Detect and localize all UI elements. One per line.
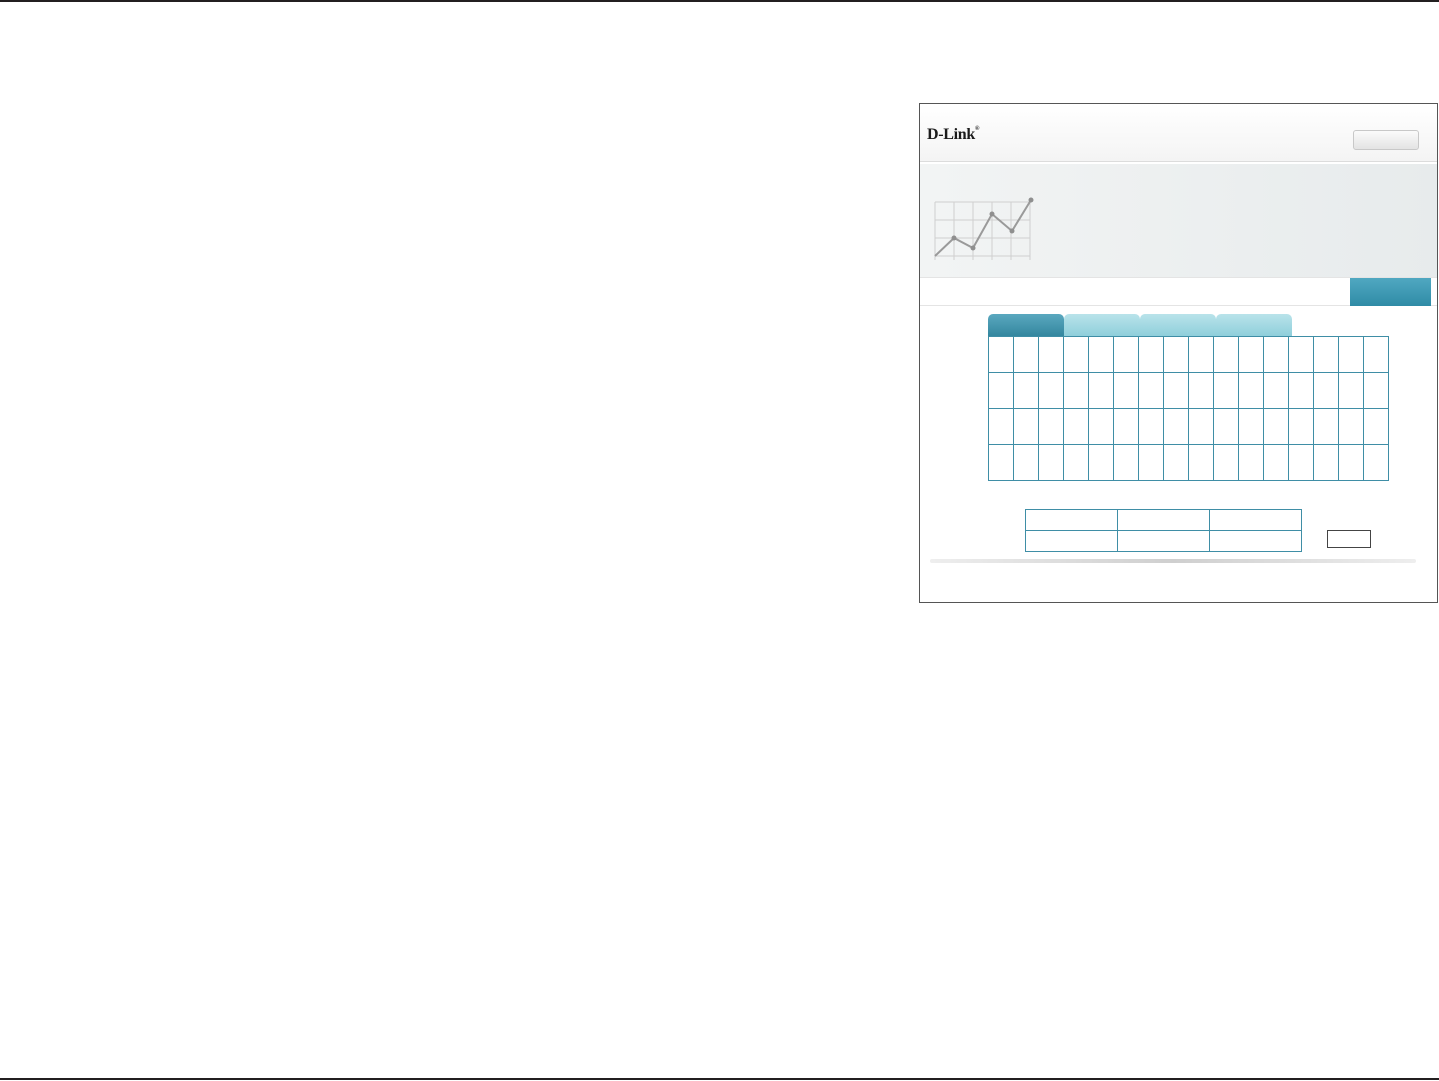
- grid-row: [988, 444, 1389, 481]
- summary-cell: [1209, 530, 1302, 552]
- dlink-logo: D-Link®: [927, 126, 980, 144]
- grid-cell: [1238, 372, 1264, 409]
- grid-cell: [988, 408, 1014, 445]
- page-top-rule: [0, 0, 1439, 2]
- grid-cell: [1313, 372, 1339, 409]
- grid-cell: [1188, 336, 1214, 373]
- grid-cell: [1313, 444, 1339, 481]
- grid-cell: [1288, 444, 1314, 481]
- grid-cell: [1163, 444, 1189, 481]
- grid-cell: [1338, 408, 1364, 445]
- grid-cell: [1138, 408, 1164, 445]
- summary-cell: [1117, 530, 1210, 552]
- grid-cell: [1338, 372, 1364, 409]
- summary-row: [1025, 509, 1302, 531]
- grid-cell: [1313, 336, 1339, 373]
- grid-cell: [1238, 444, 1264, 481]
- grid-cell: [988, 372, 1014, 409]
- summary-cell: [1025, 530, 1118, 552]
- grid-cell: [1188, 444, 1214, 481]
- usage-grid-table: [988, 336, 1389, 481]
- summary-cell: [1025, 509, 1118, 531]
- grid-cell: [1213, 336, 1239, 373]
- page-bottom-rule: [0, 1078, 1439, 1080]
- grid-cell: [1238, 408, 1264, 445]
- grid-cell: [1288, 372, 1314, 409]
- summary-table: [1025, 509, 1302, 552]
- grid-cell: [1163, 408, 1189, 445]
- summary-row: [1025, 530, 1302, 552]
- grid-cell: [988, 336, 1014, 373]
- grid-cell: [1313, 408, 1339, 445]
- footer-divider: [930, 559, 1416, 563]
- grid-cell: [1113, 336, 1139, 373]
- grid-cell: [1038, 336, 1064, 373]
- grid-cell: [1288, 408, 1314, 445]
- grid-cell: [1338, 336, 1364, 373]
- grid-cell: [1263, 336, 1289, 373]
- grid-cell: [1363, 336, 1389, 373]
- logo-text: D-Link: [927, 126, 975, 143]
- tab-4[interactable]: [1216, 314, 1292, 336]
- line-chart-icon: [934, 197, 1034, 260]
- grid-cell: [1063, 408, 1089, 445]
- grid-cell: [1138, 336, 1164, 373]
- grid-cell: [1113, 444, 1139, 481]
- grid-cell: [988, 444, 1014, 481]
- grid-cell: [1038, 444, 1064, 481]
- grid-cell: [1188, 408, 1214, 445]
- grid-cell: [1013, 336, 1039, 373]
- grid-cell: [1038, 372, 1064, 409]
- grid-cell: [1113, 372, 1139, 409]
- grid-cell: [1013, 408, 1039, 445]
- summary-cell: [1117, 509, 1210, 531]
- grid-cell: [1363, 444, 1389, 481]
- router-ui-panel: D-Link®: [919, 103, 1438, 603]
- grid-cell: [1013, 444, 1039, 481]
- summary-cell: [1209, 509, 1302, 531]
- tab-3[interactable]: [1140, 314, 1216, 336]
- grid-cell: [1088, 372, 1114, 409]
- grid-cell: [1363, 372, 1389, 409]
- grid-row: [988, 408, 1389, 445]
- tab-2[interactable]: [1064, 314, 1140, 336]
- grid-cell: [1263, 444, 1289, 481]
- grid-cell: [1013, 372, 1039, 409]
- grid-cell: [1288, 336, 1314, 373]
- grid-cell: [1138, 372, 1164, 409]
- grid-cell: [1063, 336, 1089, 373]
- grid-cell: [1063, 444, 1089, 481]
- grid-cell: [1263, 408, 1289, 445]
- toolbar: [920, 277, 1437, 306]
- grid-cell: [1163, 336, 1189, 373]
- grid-cell: [1213, 444, 1239, 481]
- grid-cell: [1188, 372, 1214, 409]
- grid-row: [988, 372, 1389, 409]
- grid-cell: [1113, 408, 1139, 445]
- grid-cell: [1263, 372, 1289, 409]
- grid-cell: [1213, 408, 1239, 445]
- grid-cell: [1163, 372, 1189, 409]
- grid-cell: [1038, 408, 1064, 445]
- grid-cell: [1063, 372, 1089, 409]
- grid-cell: [1213, 372, 1239, 409]
- save-button[interactable]: [1327, 530, 1371, 548]
- grid-row: [988, 336, 1389, 373]
- grid-cell: [1363, 408, 1389, 445]
- logo-registered-mark: ®: [975, 126, 980, 132]
- hero-banner: [920, 164, 1437, 277]
- grid-cell: [1088, 444, 1114, 481]
- header-bar: D-Link®: [920, 104, 1437, 162]
- next-button[interactable]: [1350, 278, 1431, 306]
- logout-button[interactable]: [1353, 130, 1419, 150]
- grid-cell: [1138, 444, 1164, 481]
- tab-1[interactable]: [988, 314, 1064, 336]
- grid-cell: [1238, 336, 1264, 373]
- summary-table-body: [1025, 509, 1302, 552]
- usage-grid: [988, 336, 1389, 481]
- grid-cell: [1338, 444, 1364, 481]
- grid-cell: [1088, 336, 1114, 373]
- grid-cell: [1088, 408, 1114, 445]
